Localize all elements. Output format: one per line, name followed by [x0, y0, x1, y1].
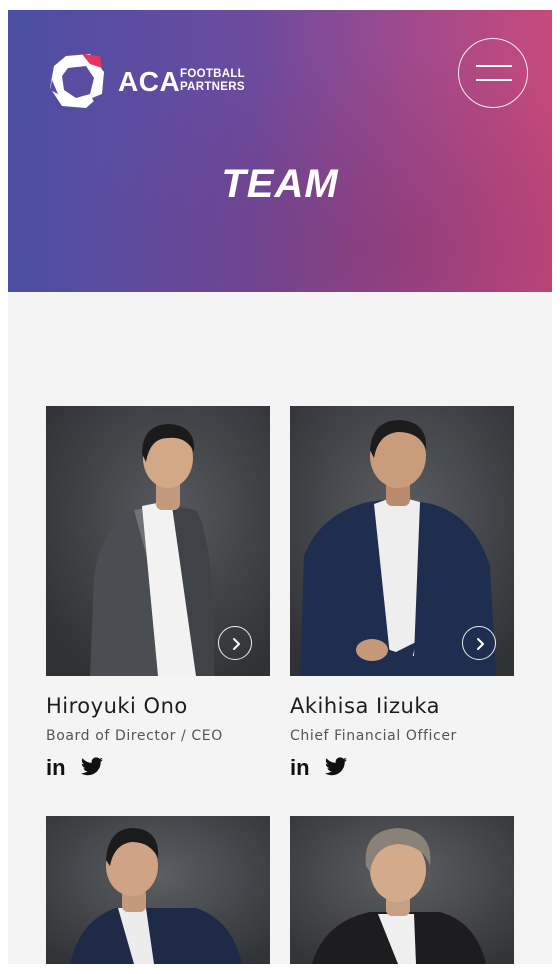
linkedin-link[interactable]: in — [46, 756, 66, 780]
site-logo[interactable]: ACA FOOTBALL PARTNERS — [46, 50, 256, 112]
logo-subtitle-line2: PARTNERS — [180, 81, 245, 93]
team-member-photo[interactable] — [46, 816, 270, 964]
chevron-right-icon — [477, 638, 484, 650]
team-member-role: Board of Director / CEO — [46, 728, 223, 744]
page-frame: ACA FOOTBALL PARTNERS TEAM Hiroyuki Ono … — [8, 10, 552, 964]
view-profile-button[interactable] — [218, 626, 252, 660]
logo-subtitle-line1: FOOTBALL — [180, 68, 245, 80]
twitter-link[interactable] — [324, 757, 348, 781]
hero-header: ACA FOOTBALL PARTNERS TEAM — [8, 10, 552, 292]
twitter-icon — [325, 757, 347, 776]
team-member-photo[interactable] — [46, 406, 270, 676]
team-member-photo[interactable] — [290, 816, 514, 964]
team-member-role: Chief Financial Officer — [290, 728, 457, 744]
twitter-icon — [81, 757, 103, 776]
linkedin-icon: in — [46, 755, 66, 780]
linkedin-link[interactable]: in — [290, 756, 310, 780]
twitter-link[interactable] — [80, 757, 104, 781]
team-member-photo[interactable] — [290, 406, 514, 676]
team-member-name: Akihisa Iizuka — [290, 694, 441, 718]
portrait-image — [290, 816, 514, 964]
hamburger-menu-icon — [476, 65, 512, 67]
portrait-image — [46, 816, 270, 964]
view-profile-button[interactable] — [462, 626, 496, 660]
team-member-name: Hiroyuki Ono — [46, 694, 188, 718]
logo-wordmark: ACA — [118, 66, 181, 97]
logo-subtitle: FOOTBALL PARTNERS — [180, 68, 245, 94]
page-title: TEAM — [221, 162, 339, 206]
chevron-right-icon — [233, 638, 240, 650]
hamburger-menu-icon-bar — [476, 79, 512, 81]
linkedin-icon: in — [290, 755, 310, 780]
logo-ring-icon — [50, 54, 104, 108]
hamburger-menu-button[interactable] — [458, 38, 528, 108]
